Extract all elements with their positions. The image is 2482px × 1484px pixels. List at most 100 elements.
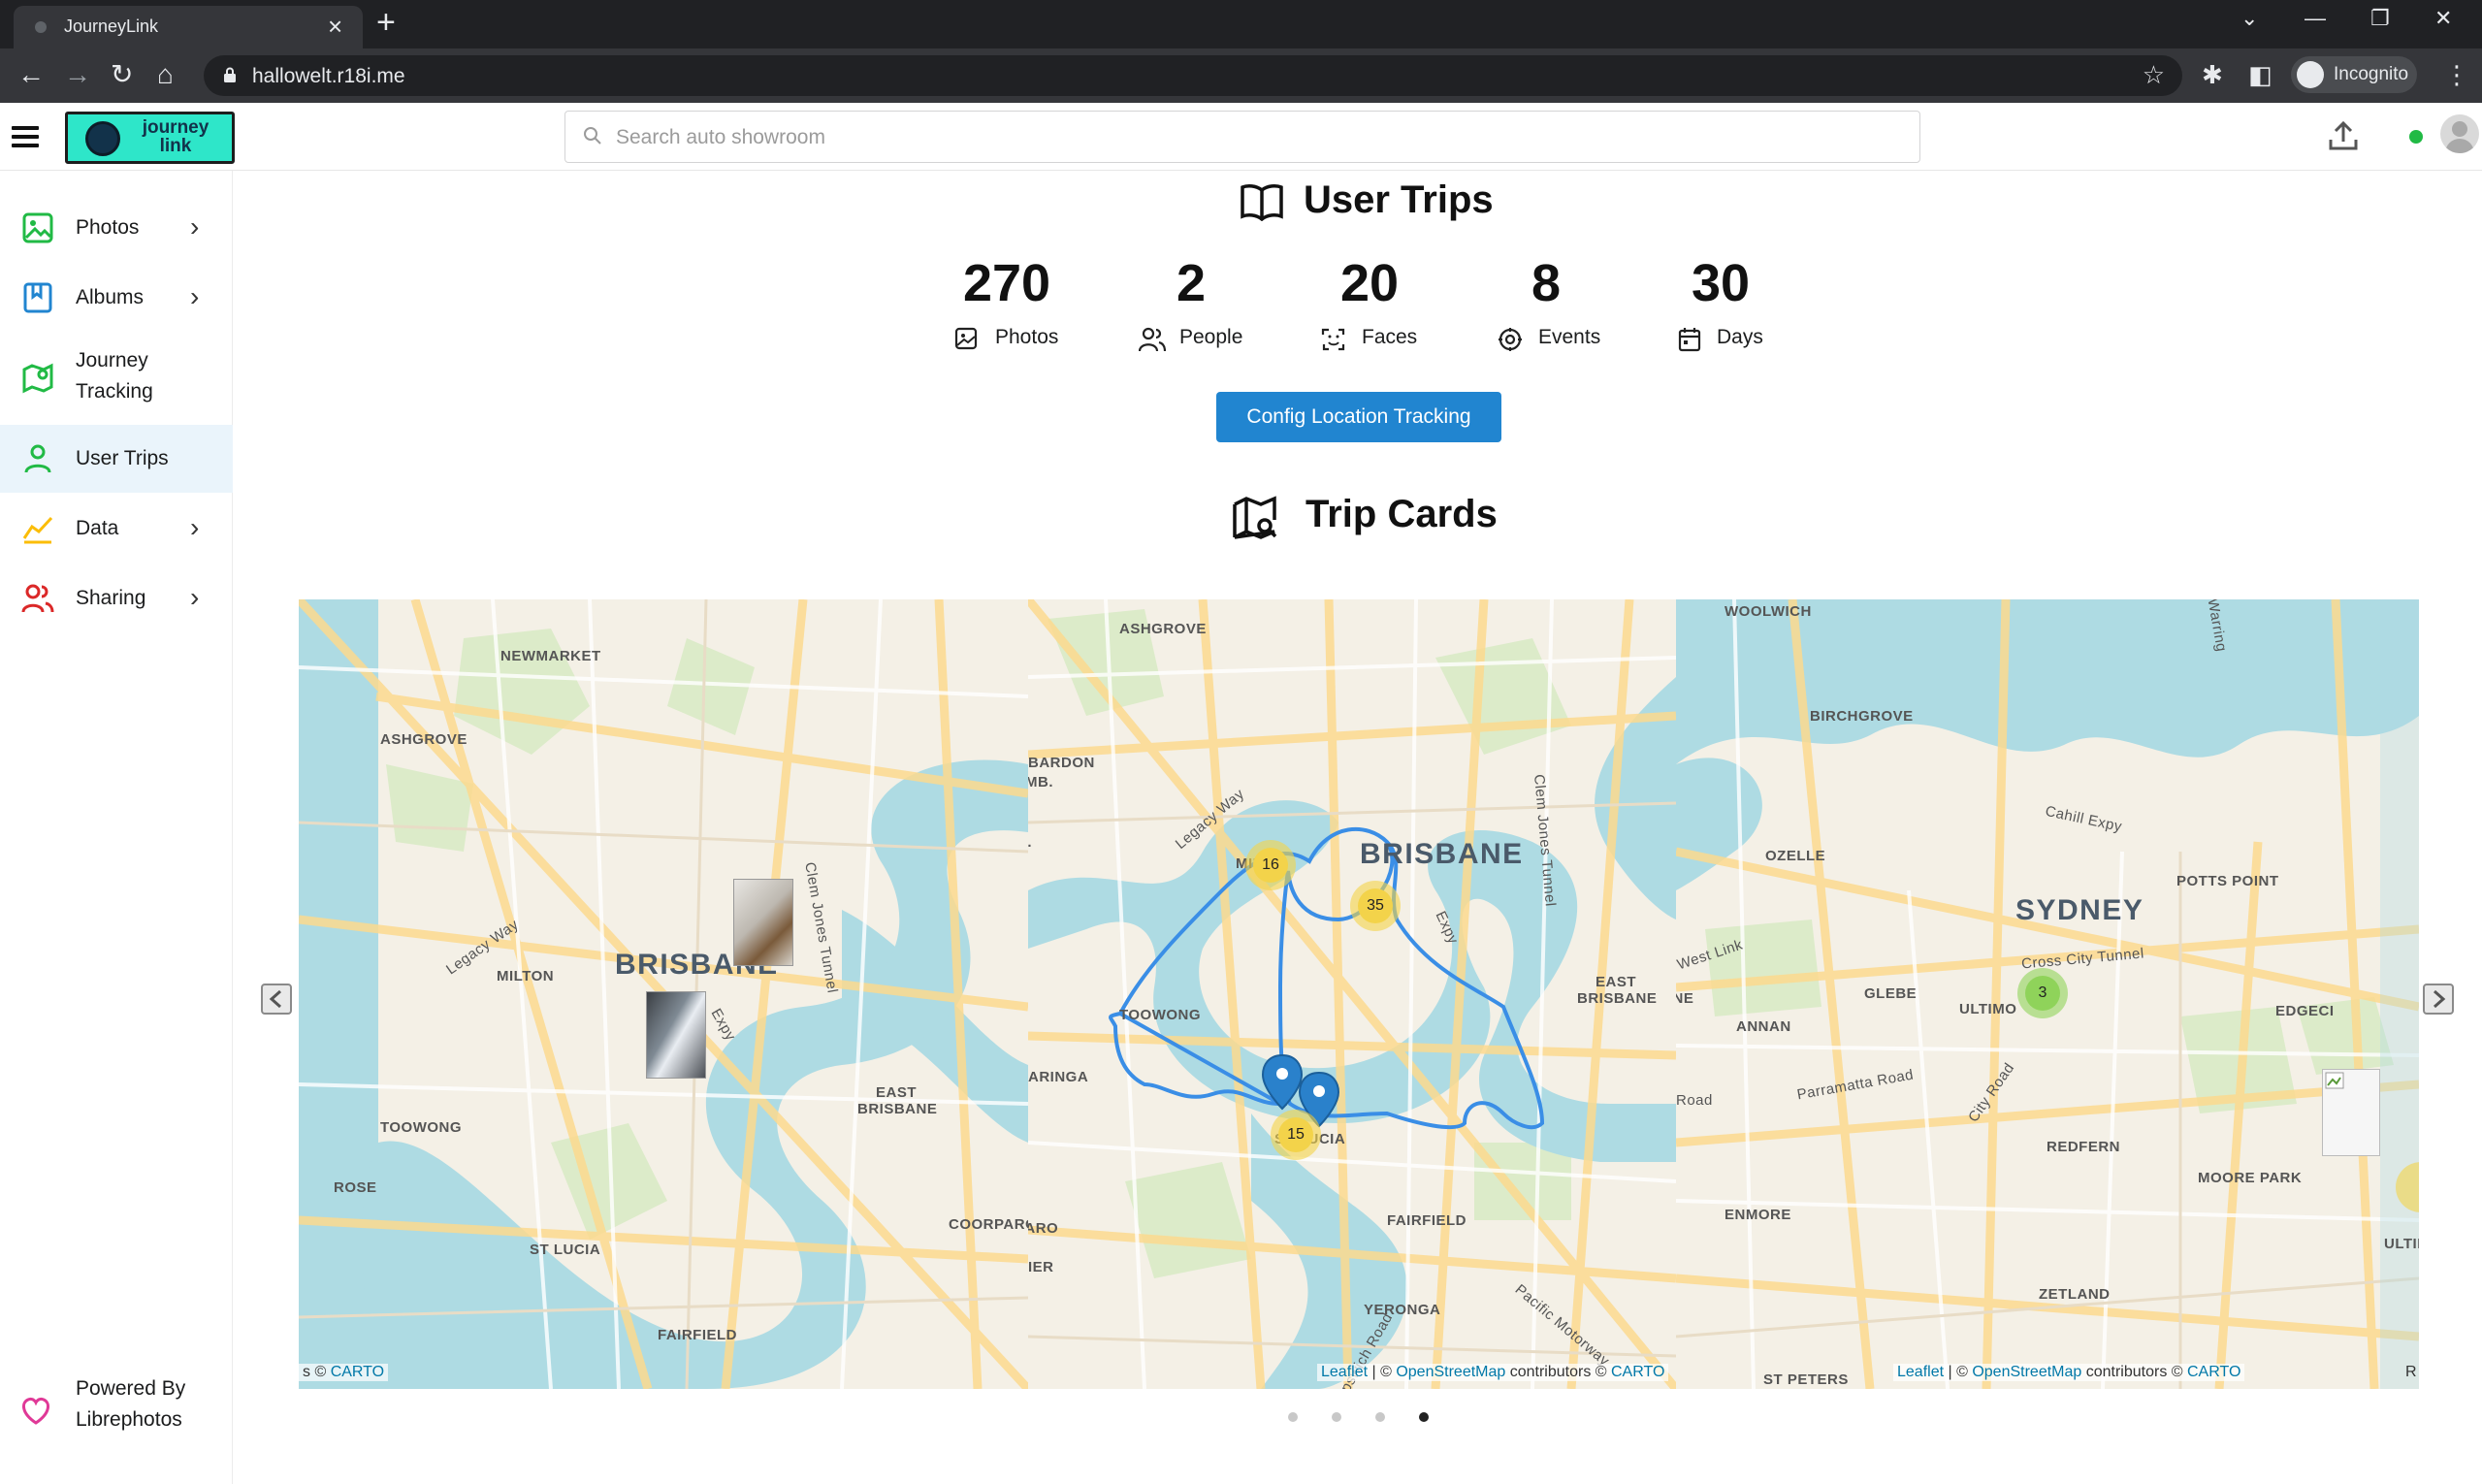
map-label: TOOWONG bbox=[380, 1119, 463, 1136]
leaflet-link[interactable]: Leaflet bbox=[1897, 1364, 1944, 1380]
osm-link[interactable]: OpenStreetMap bbox=[1972, 1364, 2081, 1380]
new-tab-icon[interactable]: + bbox=[376, 4, 396, 42]
map-label: ULTIMO bbox=[2384, 1236, 2419, 1252]
sidebar-item-albums[interactable]: Albums › bbox=[0, 264, 233, 332]
tab-title: JourneyLink bbox=[64, 16, 159, 36]
sidebar-item-sharing[interactable]: Sharing › bbox=[0, 565, 233, 632]
broken-image-thumbnail[interactable] bbox=[2322, 1069, 2380, 1156]
carousel-prev-button[interactable] bbox=[261, 984, 292, 1015]
sidebar-item-label: Data bbox=[76, 517, 119, 539]
osm-link[interactable]: OpenStreetMap bbox=[1396, 1364, 1505, 1380]
restore-icon[interactable]: ❐ bbox=[2370, 6, 2390, 31]
trip-map-carousel[interactable]: NEWMARKET ASHGROVE MILTON TOOWONG ROSE S… bbox=[299, 599, 2419, 1389]
map-label: ST PETERS bbox=[1763, 1371, 1849, 1388]
upload-icon[interactable] bbox=[2324, 116, 2363, 155]
carousel-dot-active[interactable] bbox=[1419, 1412, 1429, 1422]
powered-by-link[interactable]: Powered By Librephotos bbox=[0, 1373, 233, 1451]
sidebar: Photos › Albums › Journey Tracking User … bbox=[0, 171, 233, 1484]
photo-icon bbox=[22, 212, 53, 243]
photo-cluster-marker[interactable]: 3 bbox=[2017, 968, 2068, 1018]
map-label: BIRCHGROVE bbox=[1810, 708, 1914, 725]
map-label: BULIMB. bbox=[1028, 774, 1053, 790]
side-panel-icon[interactable]: ◧ bbox=[2248, 60, 2272, 90]
leaflet-link[interactable]: Leaflet bbox=[1321, 1364, 1368, 1380]
people-icon bbox=[1139, 327, 1166, 352]
map-label: MILTON bbox=[497, 968, 555, 984]
map-label: B. bbox=[1028, 834, 1032, 851]
bookmark-star-icon[interactable]: ☆ bbox=[2143, 60, 2165, 90]
events-icon bbox=[1499, 328, 1522, 351]
reload-icon[interactable]: ↻ bbox=[111, 60, 133, 89]
carousel-dot[interactable] bbox=[1288, 1412, 1298, 1422]
map-attribution: s © CARTO bbox=[299, 1364, 389, 1381]
trip-card-map-3[interactable]: WOOLWICH BIRCHGROVE OZELLE POTTS POINT E… bbox=[1676, 599, 2419, 1389]
sidebar-item-journey-tracking[interactable]: Journey Tracking bbox=[0, 334, 233, 421]
address-bar[interactable]: hallowelt.r18i.me ☆ bbox=[204, 55, 2182, 96]
map-label: ASHGROVE bbox=[380, 731, 467, 748]
browser-menu-icon[interactable]: ⋮ bbox=[2444, 60, 2469, 90]
users-icon bbox=[21, 584, 54, 613]
carto-link[interactable]: CARTO bbox=[1611, 1364, 1664, 1380]
carousel-next-button[interactable] bbox=[2423, 984, 2454, 1015]
sidebar-item-user-trips[interactable]: User Trips bbox=[0, 425, 233, 493]
stat-people: 2 People bbox=[1113, 252, 1269, 355]
config-location-tracking-button[interactable]: Config Location Tracking bbox=[1216, 392, 1501, 442]
app-logo[interactable]: journey link bbox=[65, 112, 235, 164]
face-scan-icon bbox=[1321, 328, 1345, 351]
stat-label: Photos bbox=[995, 326, 1059, 348]
sidebar-item-data[interactable]: Data › bbox=[0, 495, 233, 563]
minimize-icon[interactable]: — bbox=[2305, 6, 2326, 31]
sidebar-item-photos[interactable]: Photos › bbox=[0, 194, 233, 262]
user-avatar[interactable] bbox=[2440, 114, 2479, 153]
home-icon[interactable]: ⌂ bbox=[157, 60, 174, 89]
forward-icon[interactable]: → bbox=[64, 60, 91, 89]
photo-cluster-marker[interactable]: 35 bbox=[1350, 881, 1401, 931]
trip-card-map-1[interactable]: NEWMARKET ASHGROVE MILTON TOOWONG ROSE S… bbox=[299, 599, 1028, 1389]
carto-link[interactable]: CARTO bbox=[331, 1364, 384, 1380]
hamburger-menu-icon[interactable] bbox=[12, 126, 39, 147]
map-city-label: BRISBANE bbox=[1360, 838, 1524, 870]
map-label: FAIRFIELD bbox=[658, 1327, 737, 1343]
photo-cluster-marker[interactable]: 15 bbox=[1271, 1110, 1321, 1160]
cluster-count: 15 bbox=[1278, 1117, 1313, 1152]
map-label: ULTIMO bbox=[1959, 1001, 2017, 1017]
trip-card-map-2[interactable]: ASHGROVE BARDON BULIMB. B. MIL TOOWONG A… bbox=[1028, 599, 1676, 1389]
cluster-count: 35 bbox=[1358, 888, 1393, 923]
search-box bbox=[564, 111, 1920, 163]
map-attribution: Leaflet | © OpenStreetMap contributors ©… bbox=[1317, 1364, 1669, 1381]
back-icon[interactable]: ← bbox=[17, 60, 45, 89]
photo-thumbnail-marker[interactable] bbox=[646, 991, 706, 1079]
carto-link[interactable]: CARTO bbox=[2187, 1364, 2240, 1380]
tab-search-icon[interactable]: ⌄ bbox=[2240, 6, 2258, 31]
carousel-dot[interactable] bbox=[1375, 1412, 1385, 1422]
extensions-icon[interactable]: ✱ bbox=[2202, 60, 2223, 90]
logo-globe-icon bbox=[85, 121, 120, 156]
photo-cluster-marker[interactable]: 16 bbox=[1245, 840, 1296, 890]
search-input[interactable] bbox=[616, 123, 1877, 152]
map-label: ST LUCIA bbox=[530, 1242, 601, 1258]
map-label: EDGECI bbox=[2275, 1003, 2335, 1019]
powered-by-label: Powered By Librephotos bbox=[76, 1377, 186, 1431]
browser-tab[interactable]: JourneyLink × bbox=[14, 6, 363, 48]
sidebar-item-label: Albums bbox=[76, 286, 145, 308]
photo-thumbnail-marker[interactable] bbox=[733, 879, 793, 966]
map-label: REDFERN bbox=[2047, 1139, 2121, 1155]
map-search-icon bbox=[1233, 496, 1277, 539]
cluster-count: 16 bbox=[1253, 848, 1288, 883]
map-label: BARDON bbox=[1028, 755, 1095, 771]
stat-days: 30 Days bbox=[1643, 252, 1798, 355]
chart-area-icon bbox=[22, 516, 53, 544]
stat-value: 30 bbox=[1691, 254, 1751, 312]
incognito-badge[interactable]: Incognito bbox=[2291, 56, 2417, 93]
chevron-right-icon: › bbox=[190, 512, 200, 542]
carousel-dot[interactable] bbox=[1332, 1412, 1341, 1422]
chevron-right-icon: › bbox=[190, 281, 200, 311]
close-tab-icon[interactable]: × bbox=[328, 12, 342, 42]
window-close-icon[interactable]: ✕ bbox=[2434, 6, 2452, 31]
tab-favicon-icon bbox=[35, 21, 47, 33]
map-label: OZELLE bbox=[1765, 848, 1826, 864]
map-label: COORPARO bbox=[1028, 1220, 1059, 1237]
map-label: ASHGROVE bbox=[1119, 621, 1207, 637]
map-label: ANNAN bbox=[1736, 1018, 1791, 1035]
map-label: ENMORE bbox=[1725, 1207, 1791, 1223]
